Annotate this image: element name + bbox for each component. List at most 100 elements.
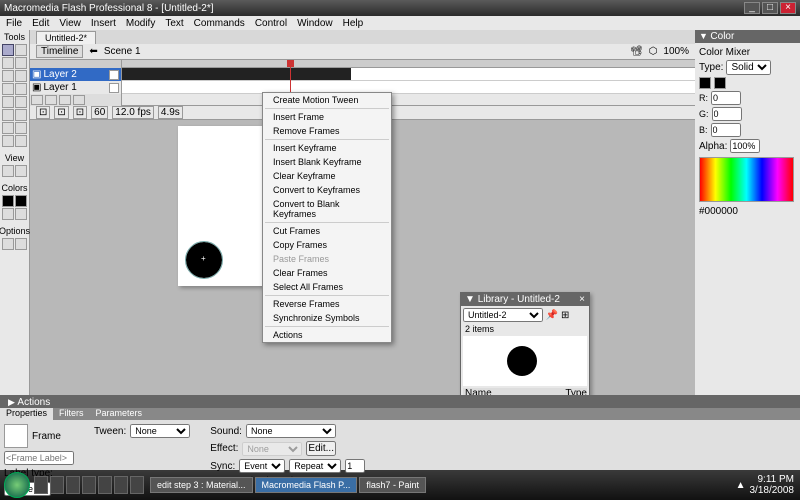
insert-layer-button[interactable] — [31, 95, 43, 105]
ink-bottle-tool[interactable] — [2, 122, 14, 134]
sync-select[interactable]: Event — [239, 459, 285, 473]
free-transform-tool[interactable] — [2, 57, 14, 69]
gradient-tool[interactable] — [15, 57, 27, 69]
frame-area[interactable] — [122, 60, 695, 105]
back-icon[interactable]: ⬅ — [89, 46, 97, 57]
taskbar-task[interactable]: Macromedia Flash P... — [255, 477, 358, 493]
context-menu-item[interactable]: Insert Keyframe — [263, 141, 391, 155]
subselection-tool[interactable] — [15, 44, 27, 56]
effect-select[interactable]: None — [242, 442, 302, 456]
b-input[interactable] — [711, 123, 741, 137]
swap-colors[interactable] — [2, 208, 14, 220]
fill-color[interactable] — [15, 195, 27, 207]
quicklaunch-icon[interactable] — [66, 476, 80, 494]
g-input[interactable] — [712, 107, 742, 121]
stroke-swatch[interactable] — [699, 77, 711, 89]
col-type[interactable]: Type — [565, 388, 587, 395]
close-button[interactable]: × — [780, 2, 796, 14]
context-menu-item[interactable]: Paste Frames — [263, 252, 391, 266]
pen-tool[interactable] — [2, 83, 14, 95]
selection-tool[interactable] — [2, 44, 14, 56]
smooth-option[interactable] — [15, 238, 27, 250]
playhead[interactable] — [290, 60, 291, 94]
stroke-color[interactable] — [2, 195, 14, 207]
pencil-tool[interactable] — [2, 109, 14, 121]
context-menu-item[interactable]: Convert to Blank Keyframes — [263, 197, 391, 221]
taskbar-task[interactable]: edit step 3 : Material... — [150, 477, 253, 493]
context-menu-item[interactable]: Synchronize Symbols — [263, 311, 391, 325]
text-tool[interactable] — [15, 83, 27, 95]
tab-parameters[interactable]: Parameters — [90, 408, 149, 420]
oval-tool[interactable] — [2, 96, 14, 108]
eraser-tool[interactable] — [15, 135, 27, 147]
layer-row[interactable]: ▣ Layer 1 — [30, 81, 121, 94]
no-color[interactable] — [15, 208, 27, 220]
track-layer-2[interactable] — [122, 68, 695, 81]
menu-commands[interactable]: Commands — [194, 18, 245, 29]
quicklaunch-icon[interactable] — [50, 476, 64, 494]
quicklaunch-icon[interactable] — [114, 476, 128, 494]
paint-bucket-tool[interactable] — [15, 122, 27, 134]
context-menu-item[interactable]: Convert to Keyframes — [263, 183, 391, 197]
taskbar-task[interactable]: flash7 - Paint — [359, 477, 426, 493]
minimize-button[interactable]: _ — [744, 2, 760, 14]
hand-tool[interactable] — [2, 165, 14, 177]
layer-row[interactable]: ▣ Layer 2 — [30, 68, 121, 81]
menu-control[interactable]: Control — [255, 18, 287, 29]
maximize-button[interactable]: □ — [762, 2, 778, 14]
onion-skin-icon[interactable]: ⊡ — [36, 106, 50, 119]
zoom-tool[interactable] — [15, 165, 27, 177]
menu-edit[interactable]: Edit — [32, 18, 49, 29]
quicklaunch-icon[interactable] — [98, 476, 112, 494]
context-menu-item[interactable]: Remove Frames — [263, 124, 391, 138]
tab-properties[interactable]: Properties — [0, 408, 53, 420]
context-menu-item[interactable]: Actions — [263, 328, 391, 342]
delete-layer-button[interactable] — [73, 95, 85, 105]
brush-tool[interactable] — [15, 109, 27, 121]
menu-insert[interactable]: Insert — [91, 18, 116, 29]
zoom-value[interactable]: 100% — [663, 46, 689, 57]
col-name[interactable]: Name — [463, 388, 565, 395]
menu-modify[interactable]: Modify — [126, 18, 155, 29]
start-button[interactable] — [4, 472, 30, 498]
track-layer-1[interactable] — [122, 81, 695, 94]
edit-symbol-icon[interactable]: ⬡ — [649, 46, 658, 57]
r-input[interactable] — [711, 91, 741, 105]
effect-edit-button[interactable]: Edit... — [306, 441, 336, 456]
hex-value[interactable]: #000000 — [699, 206, 738, 217]
repeat-select[interactable]: Repeat — [289, 459, 341, 473]
tray-icon[interactable]: ▲ — [736, 480, 746, 491]
edit-scene-icon[interactable]: 📽 — [630, 46, 643, 57]
menu-window[interactable]: Window — [297, 18, 333, 29]
tab-filters[interactable]: Filters — [53, 408, 90, 420]
color-panel-header[interactable]: ▼ Color — [695, 30, 800, 43]
repeat-count-input[interactable] — [345, 459, 365, 473]
context-menu-item[interactable]: Clear Frames — [263, 266, 391, 280]
color-mixer-tab[interactable]: Color Mixer — [699, 47, 750, 58]
insert-folder-button[interactable] — [59, 95, 71, 105]
actions-header[interactable]: ▶ Actions — [0, 397, 800, 408]
symbol-instance[interactable] — [186, 242, 222, 278]
library-doc-select[interactable]: Untitled-2 — [463, 308, 543, 322]
fill-swatch[interactable] — [714, 77, 726, 89]
context-menu-item[interactable]: Reverse Frames — [263, 297, 391, 311]
library-close-icon[interactable]: × — [579, 294, 585, 305]
pin-icon[interactable]: 📌 — [546, 310, 558, 321]
sound-select[interactable]: None — [246, 424, 336, 438]
lasso-tool[interactable] — [15, 70, 27, 82]
quicklaunch-icon[interactable] — [82, 476, 96, 494]
snap-option[interactable] — [2, 238, 14, 250]
menu-file[interactable]: File — [6, 18, 22, 29]
add-motion-guide-button[interactable] — [45, 95, 57, 105]
eyedropper-tool[interactable] — [2, 135, 14, 147]
context-menu-item[interactable]: Insert Blank Keyframe — [263, 155, 391, 169]
line-tool[interactable] — [2, 70, 14, 82]
type-select[interactable]: Solid — [726, 60, 771, 75]
context-menu-item[interactable]: Cut Frames — [263, 224, 391, 238]
context-menu-item[interactable]: Clear Keyframe — [263, 169, 391, 183]
layer-visible-icon[interactable] — [109, 83, 119, 93]
rectangle-tool[interactable] — [15, 96, 27, 108]
tween-select[interactable]: None — [130, 424, 190, 438]
context-menu-item[interactable]: Copy Frames — [263, 238, 391, 252]
library-panel[interactable]: ▼ Library - Untitled-2× Untitled-2 📌 ⊞ 2… — [460, 292, 590, 395]
